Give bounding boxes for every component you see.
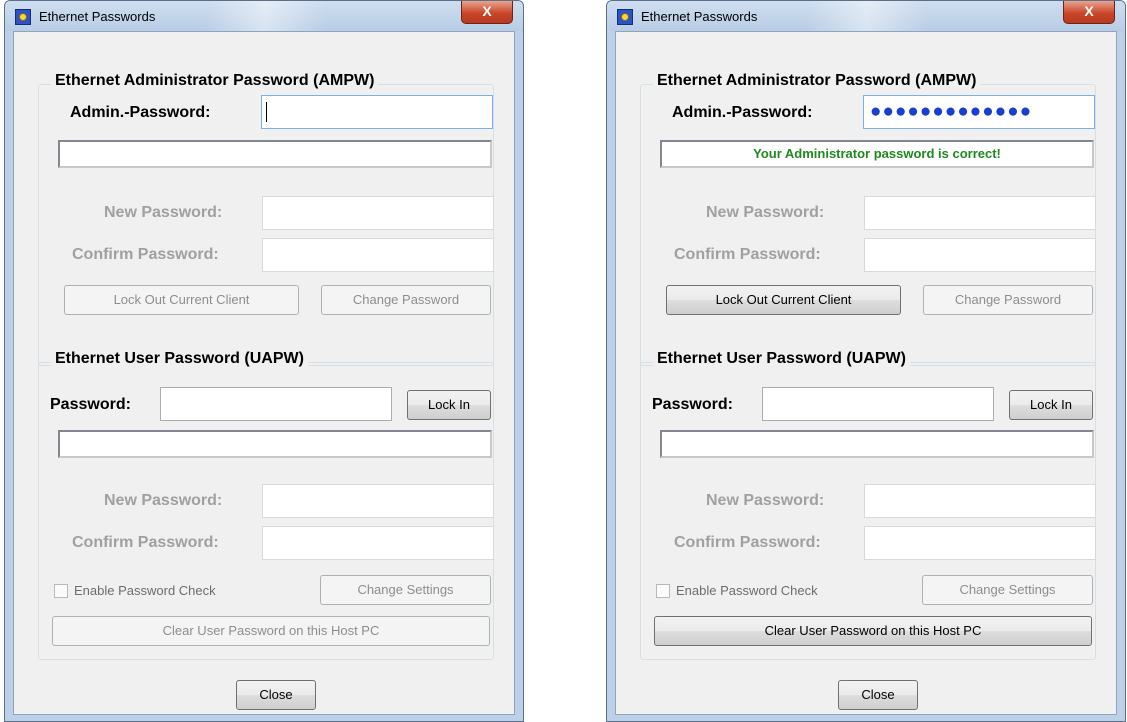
enable-password-check-checkbox[interactable] xyxy=(54,584,68,598)
user-status-message xyxy=(660,430,1094,458)
window-title: Ethernet Passwords xyxy=(641,9,758,24)
dialog-ethernet-passwords-locked: Ethernet Passwords X Ethernet Administra… xyxy=(4,0,524,722)
user-new-password-input[interactable] xyxy=(864,484,1096,518)
admin-new-password-label: New Password: xyxy=(104,204,223,221)
enable-password-check-label: Enable Password Check xyxy=(676,583,818,598)
user-new-password-input[interactable] xyxy=(262,484,494,518)
uapw-group-title: Ethernet User Password (UAPW) xyxy=(51,350,308,368)
close-button[interactable]: Close xyxy=(236,680,316,710)
lock-out-current-client-button[interactable]: Lock Out Current Client xyxy=(666,285,901,315)
close-icon: X xyxy=(1084,3,1094,19)
user-password-input[interactable] xyxy=(160,387,392,421)
user-new-password-label: New Password: xyxy=(706,492,825,509)
clear-user-password-button[interactable]: Clear User Password on this Host PC xyxy=(654,616,1092,646)
change-password-button[interactable]: Change Password xyxy=(321,285,491,315)
close-window-button[interactable]: X xyxy=(461,1,513,24)
lock-out-current-client-button[interactable]: Lock Out Current Client xyxy=(64,285,299,315)
admin-new-password-input[interactable] xyxy=(262,196,494,230)
admin-password-input[interactable]: ●●●●●●●●●●●●● xyxy=(863,95,1095,129)
dialog-ethernet-passwords-unlocked: Ethernet Passwords X Ethernet Administra… xyxy=(606,0,1126,722)
lock-in-button[interactable]: Lock In xyxy=(407,390,491,420)
user-confirm-password-label: Confirm Password: xyxy=(674,534,821,551)
close-button[interactable]: Close xyxy=(838,680,918,710)
dialog-body: Ethernet Administrator Password (AMPW) A… xyxy=(615,31,1117,715)
user-status-message xyxy=(58,430,492,458)
admin-confirm-password-input[interactable] xyxy=(864,238,1096,272)
dialog-body: Ethernet Administrator Password (AMPW) A… xyxy=(13,31,515,715)
user-confirm-password-input[interactable] xyxy=(262,526,494,560)
title-bar[interactable]: Ethernet Passwords X xyxy=(607,1,1125,31)
window-title: Ethernet Passwords xyxy=(39,9,156,24)
change-password-button[interactable]: Change Password xyxy=(923,285,1093,315)
user-password-label: Password: xyxy=(50,396,131,413)
change-settings-button[interactable]: Change Settings xyxy=(320,575,491,605)
ampw-group-title: Ethernet Administrator Password (AMPW) xyxy=(653,72,981,90)
text-caret xyxy=(266,102,267,122)
lock-in-button[interactable]: Lock In xyxy=(1009,390,1093,420)
admin-new-password-input[interactable] xyxy=(864,196,1096,230)
user-new-password-label: New Password: xyxy=(104,492,223,509)
user-password-label: Password: xyxy=(652,396,733,413)
title-bar[interactable]: Ethernet Passwords X xyxy=(5,1,523,31)
enable-password-check-label: Enable Password Check xyxy=(74,583,216,598)
admin-password-label: Admin.-Password: xyxy=(70,104,211,121)
user-password-input[interactable] xyxy=(762,387,994,421)
enable-password-check-checkbox[interactable] xyxy=(656,584,670,598)
user-confirm-password-label: Confirm Password: xyxy=(72,534,219,551)
uapw-group-title: Ethernet User Password (UAPW) xyxy=(653,350,910,368)
admin-password-label: Admin.-Password: xyxy=(672,104,813,121)
app-icon xyxy=(15,9,31,25)
ampw-group-title: Ethernet Administrator Password (AMPW) xyxy=(51,72,379,90)
close-icon: X xyxy=(482,3,492,19)
close-window-button[interactable]: X xyxy=(1063,1,1115,24)
admin-status-message: Your Administrator password is correct! xyxy=(660,140,1094,168)
admin-password-input[interactable] xyxy=(261,95,493,129)
admin-status-message xyxy=(58,140,492,168)
app-icon xyxy=(617,9,633,25)
admin-new-password-label: New Password: xyxy=(706,204,825,221)
admin-confirm-password-label: Confirm Password: xyxy=(674,246,821,263)
password-mask: ●●●●●●●●●●●●● xyxy=(870,101,1033,122)
admin-confirm-password-input[interactable] xyxy=(262,238,494,272)
admin-confirm-password-label: Confirm Password: xyxy=(72,246,219,263)
clear-user-password-button[interactable]: Clear User Password on this Host PC xyxy=(52,616,490,646)
user-confirm-password-input[interactable] xyxy=(864,526,1096,560)
change-settings-button[interactable]: Change Settings xyxy=(922,575,1093,605)
